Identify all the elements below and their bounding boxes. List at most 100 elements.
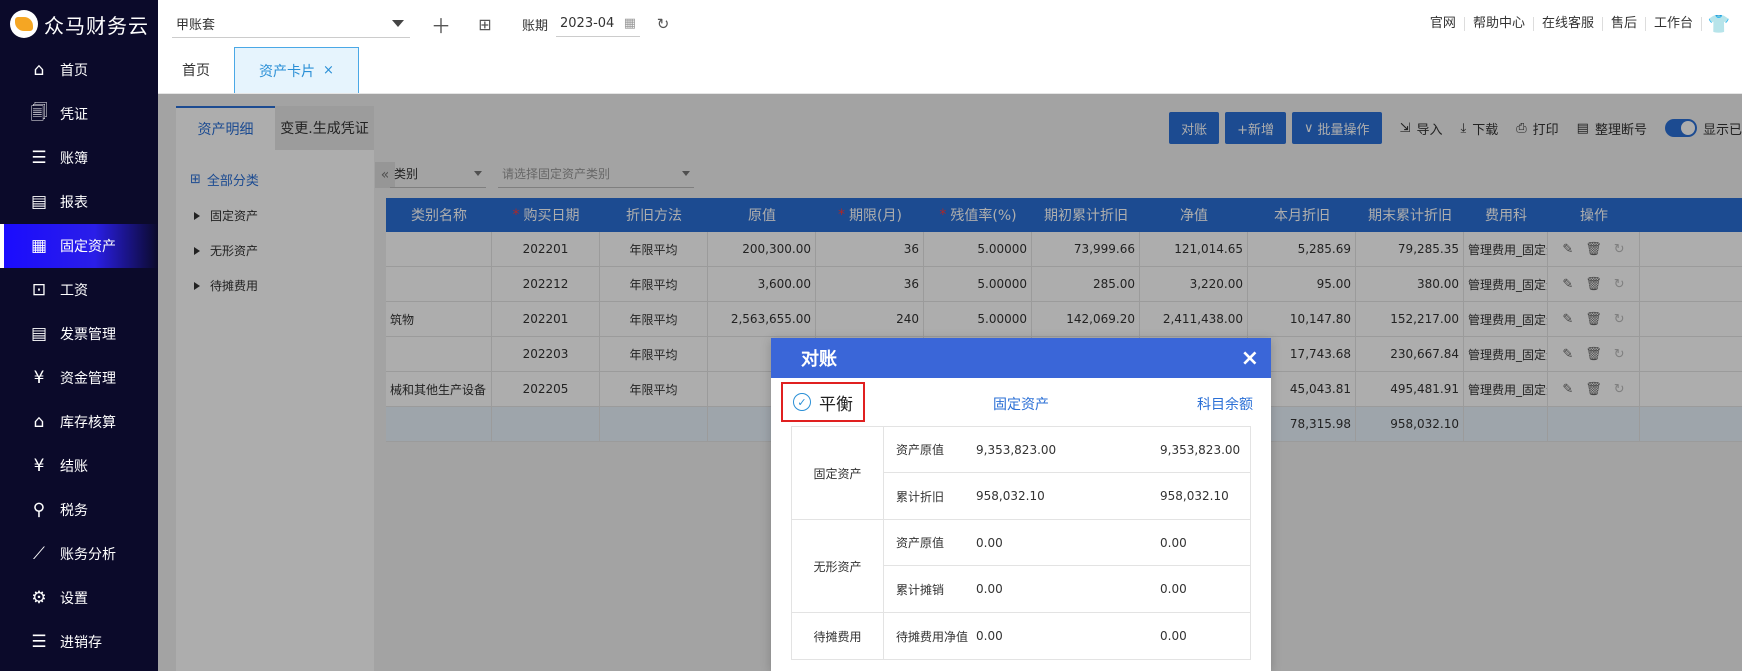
sidebar-item-label: 固定资产 — [60, 239, 116, 255]
top-links: 官网 帮助中心 在线客服 售后 工作台 👕 — [1422, 0, 1730, 48]
tab-asset-card-label: 资产卡片 — [259, 63, 315, 80]
analysis-icon: ⟋ — [33, 544, 45, 564]
sidebar-item-label: 发票管理 — [60, 327, 116, 343]
sidebar-item-label: 账务分析 — [60, 547, 116, 563]
sidebar-nav: ⌂ 首页 🗐 凭证 ☰ 账簿 ▤ 报表 ▦ 固定资产 ⊡ 工资 ▤ 发票管理 ¥ 资金管理 ⌂ 库存核算 ¥ 结账 ⚲ 税… — [0, 48, 158, 664]
close-icon[interactable]: × — [1241, 346, 1259, 371]
reconcile-group-name: 待摊费用 — [792, 613, 884, 659]
sidebar-item-label: 结账 — [60, 459, 88, 475]
sidebar-item-fixed-asset[interactable]: ▦ 固定资产 — [0, 224, 158, 268]
purchase-sales-icon: ☰ — [31, 632, 47, 652]
fixed-asset-icon: ▦ — [30, 236, 48, 256]
dialog-header: 对账 × — [771, 338, 1271, 378]
sidebar-item-label: 凭证 — [60, 107, 88, 123]
sidebar-item-closing[interactable]: ¥ 结账 — [0, 444, 158, 488]
dialog-title: 对账 — [801, 349, 837, 370]
tax-icon: ⚲ — [32, 500, 46, 520]
sidebar-item-inventory[interactable]: ⌂ 库存核算 — [0, 400, 158, 444]
link-online-service[interactable]: 在线客服 — [1534, 17, 1603, 31]
sidebar-item-label: 报表 — [60, 195, 88, 211]
sidebar-item-voucher[interactable]: 🗐 凭证 — [0, 92, 158, 136]
sidebar-item-fund[interactable]: ¥ 资金管理 — [0, 356, 158, 400]
column-subject-balance: 科目余额 — [1197, 397, 1253, 413]
settings-icon: ⚙ — [31, 588, 47, 608]
refresh-icon[interactable]: ↻ — [650, 11, 676, 37]
reconcile-subject-balance-value: 9,353,823.00 — [1160, 442, 1241, 457]
sidebar-item-purchase-sales[interactable]: ☰ 进销存 — [0, 620, 158, 664]
sidebar-item-analysis[interactable]: ⟋ 账务分析 — [0, 532, 158, 576]
period-value: 2023-04 — [560, 16, 615, 31]
reconcile-group-name: 无形资产 — [792, 520, 884, 612]
period-label: 账期 — [522, 18, 549, 34]
salary-icon: ⊡ — [31, 280, 47, 300]
balance-status-label: 平衡 — [819, 394, 853, 415]
app-logo[interactable]: 众马财务云 — [0, 0, 158, 48]
invoice-icon: ▤ — [30, 324, 48, 344]
account-select[interactable]: 甲账套 — [172, 10, 410, 38]
balance-status: ✓ 平衡 — [781, 382, 865, 422]
reconcile-table: 固定资产 资产原值 9,353,823.00 9,353,823.00 累计折旧 958,… — [791, 426, 1251, 660]
ledger-icon: ☰ — [31, 148, 47, 168]
add-icon[interactable]: ＋ — [428, 11, 454, 38]
link-official-site[interactable]: 官网 — [1422, 17, 1465, 31]
sidebar-item-label: 首页 — [60, 63, 88, 79]
reconcile-fixed-asset-value: 0.00 — [976, 582, 1003, 596]
sidebar-item-label: 库存核算 — [60, 415, 116, 431]
closing-icon: ¥ — [33, 456, 45, 476]
reconcile-item-label: 资产原值 — [896, 443, 945, 457]
reconcile-group: 待摊费用 待摊费用净值 0.00 0.00 — [792, 613, 1250, 659]
fund-icon: ¥ — [33, 368, 45, 388]
sidebar-item-settings[interactable]: ⚙ 设置 — [0, 576, 158, 620]
reconcile-line: 资产原值 9,353,823.00 9,353,823.00 — [884, 427, 1250, 473]
skin-icon[interactable]: 👕 — [1708, 14, 1730, 35]
logo-icon — [10, 10, 38, 38]
reconcile-subject-balance-value: 0.00 — [1160, 535, 1187, 550]
apps-grid-icon[interactable]: ⊞ — [472, 11, 498, 37]
period-input[interactable]: 2023-04 ▦ — [556, 11, 641, 37]
sidebar-item-tax[interactable]: ⚲ 税务 — [0, 488, 158, 532]
sidebar-item-ledger[interactable]: ☰ 账簿 — [0, 136, 158, 180]
reconcile-subject-balance-value: 0.00 — [1160, 629, 1187, 643]
sidebar: 众马财务云 ⌂ 首页 🗐 凭证 ☰ 账簿 ▤ 报表 ▦ 固定资产 ⊡ 工资 ▤ 发票管理 ¥ 资金管理 ⌂ 库存核… — [0, 0, 158, 671]
tab-home[interactable]: 首页 — [158, 47, 234, 93]
reconcile-line: 累计折旧 958,032.10 958,032.10 — [884, 473, 1250, 519]
reconcile-line: 累计摊销 0.00 0.00 — [884, 566, 1250, 612]
reconcile-item-label: 待摊费用净值 — [896, 629, 969, 644]
close-icon[interactable]: × — [323, 63, 334, 78]
check-circle-icon: ✓ — [793, 393, 811, 411]
sidebar-item-label: 资金管理 — [60, 371, 116, 387]
reconcile-fixed-asset-value: 958,032.10 — [976, 489, 1045, 503]
reconcile-dialog: 对账 × ✓ 平衡 固定资产 科目余额 固定资产 资产原值 9,353,823.00… — [771, 338, 1271, 671]
home-icon: ⌂ — [33, 60, 45, 80]
column-fixed-asset: 固定资产 — [993, 397, 1049, 413]
link-workbench[interactable]: 工作台 — [1646, 17, 1702, 31]
reconcile-item-label: 资产原值 — [896, 536, 945, 550]
sidebar-item-report[interactable]: ▤ 报表 — [0, 180, 158, 224]
chevron-down-icon — [392, 20, 404, 27]
link-help-center[interactable]: 帮助中心 — [1465, 17, 1534, 31]
sidebar-item-home[interactable]: ⌂ 首页 — [0, 48, 158, 92]
reconcile-subject-balance-value: 0.00 — [1160, 582, 1187, 596]
inventory-icon: ⌂ — [33, 412, 45, 432]
reconcile-fixed-asset-value: 9,353,823.00 — [976, 442, 1057, 457]
reconcile-group-name: 固定资产 — [792, 427, 884, 519]
page-tabs: 首页 资产卡片 × — [158, 47, 1742, 94]
sidebar-item-invoice[interactable]: ▤ 发票管理 — [0, 312, 158, 356]
reconcile-item-label: 累计折旧 — [896, 489, 945, 504]
dialog-subheader: ✓ 平衡 固定资产 科目余额 — [771, 378, 1271, 426]
account-value: 甲账套 — [176, 18, 216, 33]
sidebar-item-label: 工资 — [60, 283, 88, 299]
voucher-icon: 🗐 — [30, 102, 48, 123]
reconcile-fixed-asset-value: 0.00 — [976, 535, 1003, 550]
reconcile-line: 资产原值 0.00 0.00 — [884, 520, 1250, 566]
app-name: 众马财务云 — [44, 13, 149, 38]
calendar-icon[interactable]: ▦ — [624, 16, 636, 31]
sidebar-item-label: 设置 — [60, 591, 88, 607]
sidebar-item-label: 账簿 — [60, 151, 88, 167]
link-after-sales[interactable]: 售后 — [1603, 17, 1646, 31]
reconcile-fixed-asset-value: 0.00 — [976, 629, 1003, 643]
top-bar: 甲账套 ＋ ⊞ 账期 2023-04 ▦ ↻ 官网 帮助中心 在线客服 售后 工… — [158, 0, 1742, 48]
tab-asset-card[interactable]: 资产卡片 × — [234, 47, 359, 93]
reconcile-group: 固定资产 资产原值 9,353,823.00 9,353,823.00 累计折旧 958,… — [792, 427, 1250, 520]
sidebar-item-salary[interactable]: ⊡ 工资 — [0, 268, 158, 312]
